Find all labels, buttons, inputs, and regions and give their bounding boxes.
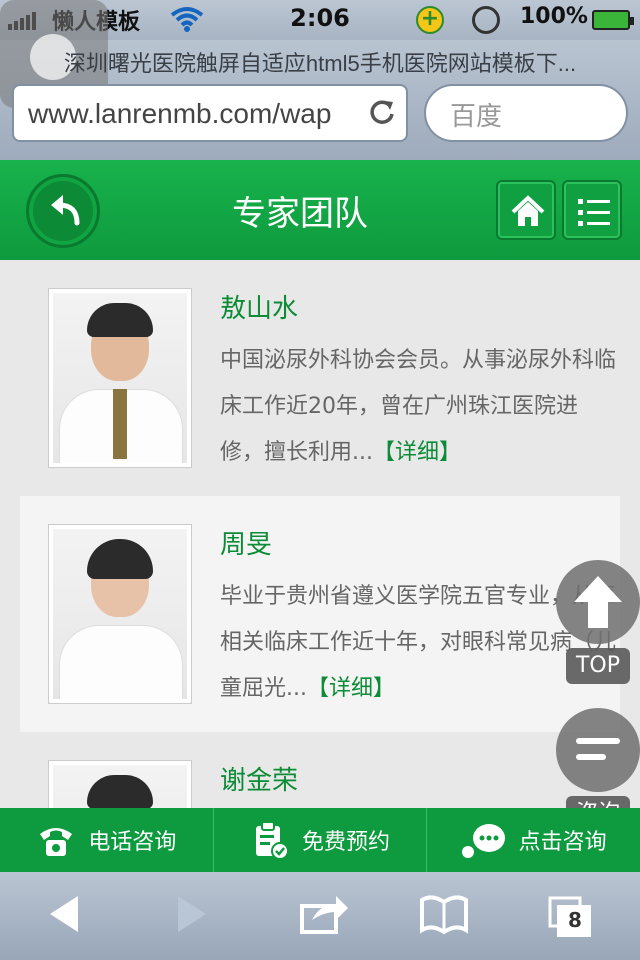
forward-triangle-icon: [178, 896, 206, 932]
share-button[interactable]: [298, 892, 350, 940]
back-to-top-label[interactable]: TOP: [566, 648, 630, 684]
reload-icon[interactable]: [368, 98, 396, 134]
free-appointment-button[interactable]: 免费预约: [214, 808, 428, 872]
battery-percent: 100%: [520, 4, 588, 29]
phone-icon: [40, 828, 73, 856]
rotation-lock-icon: [472, 6, 500, 34]
back-triangle-icon: [50, 896, 78, 932]
details-link[interactable]: 【详细】: [373, 440, 461, 465]
details-link[interactable]: 【详细】: [307, 676, 395, 701]
bookmarks-button[interactable]: [418, 892, 470, 940]
doctor-name[interactable]: 周旻: [220, 524, 272, 561]
phone-consult-label: 电话咨询: [88, 830, 177, 855]
doctor-name[interactable]: 谢金荣: [220, 760, 298, 797]
battery-icon: [592, 10, 634, 30]
arrow-up-icon: [574, 576, 622, 628]
clipboard-check-icon: [256, 821, 289, 860]
browser-back-button[interactable]: [44, 892, 84, 940]
chat-lines-icon: [576, 738, 620, 744]
doctor-card[interactable]: 周旻 毕业于贵州省遵义医学院五官专业，从事相关临床工作近十年，对眼科常见病（儿童…: [20, 496, 620, 732]
doctor-photo[interactable]: [48, 288, 192, 468]
url-text[interactable]: www.lanrenmb.com/wap: [28, 98, 368, 130]
doctor-card[interactable]: 敖山水 中国泌尿外科协会会员。从事泌尿外科临床工作近20年，曾在广州珠江医院进修…: [20, 260, 620, 496]
page-title: 深圳曙光医院触屏自适应html5手机医院网站模板下...: [63, 51, 577, 76]
doctor-photo[interactable]: [48, 760, 192, 808]
back-to-top-button[interactable]: [556, 560, 640, 644]
doctor-list: 敖山水 中国泌尿外科协会会员。从事泌尿外科临床工作近20年，曾在广州珠江医院进修…: [0, 260, 640, 808]
chat-button[interactable]: [556, 708, 640, 792]
tabs-button[interactable]: 8: [548, 896, 594, 942]
page-header: 专家团队: [0, 160, 640, 260]
phone-consult-button[interactable]: 电话咨询: [0, 808, 214, 872]
tab-count: 8: [568, 908, 582, 932]
menu-button[interactable]: [562, 180, 622, 240]
online-consult-label: 点击咨询: [518, 830, 607, 855]
doctor-description: 中国泌尿外科协会会员。从事泌尿外科临床工作近20年，曾在广州珠江医院进修，擅长利…: [220, 338, 620, 476]
free-appointment-label: 免费预约: [302, 830, 391, 855]
health-app-icon: +: [416, 6, 444, 34]
consult-bar: 电话咨询 免费预约 点击咨询: [0, 808, 640, 872]
search-input[interactable]: 百度: [424, 84, 628, 142]
address-bar[interactable]: www.lanrenmb.com/wap: [12, 84, 408, 142]
chat-bubble-icon: [461, 824, 505, 858]
share-icon: [300, 896, 348, 934]
doctor-photo[interactable]: [48, 524, 192, 704]
list-menu-icon: [578, 199, 610, 226]
home-icon: [511, 195, 545, 226]
browser-toolbar: 8: [0, 872, 640, 960]
browser-chrome: 深圳曙光医院触屏自适应html5手机医院网站模板下... www.lanrenm…: [0, 0, 640, 160]
browser-forward-button[interactable]: [172, 892, 212, 940]
book-icon: [420, 895, 468, 935]
online-consult-button[interactable]: 点击咨询: [427, 808, 640, 872]
doctor-name[interactable]: 敖山水: [220, 288, 298, 325]
doctor-card[interactable]: 谢金荣: [20, 732, 620, 808]
home-button[interactable]: [496, 180, 556, 240]
